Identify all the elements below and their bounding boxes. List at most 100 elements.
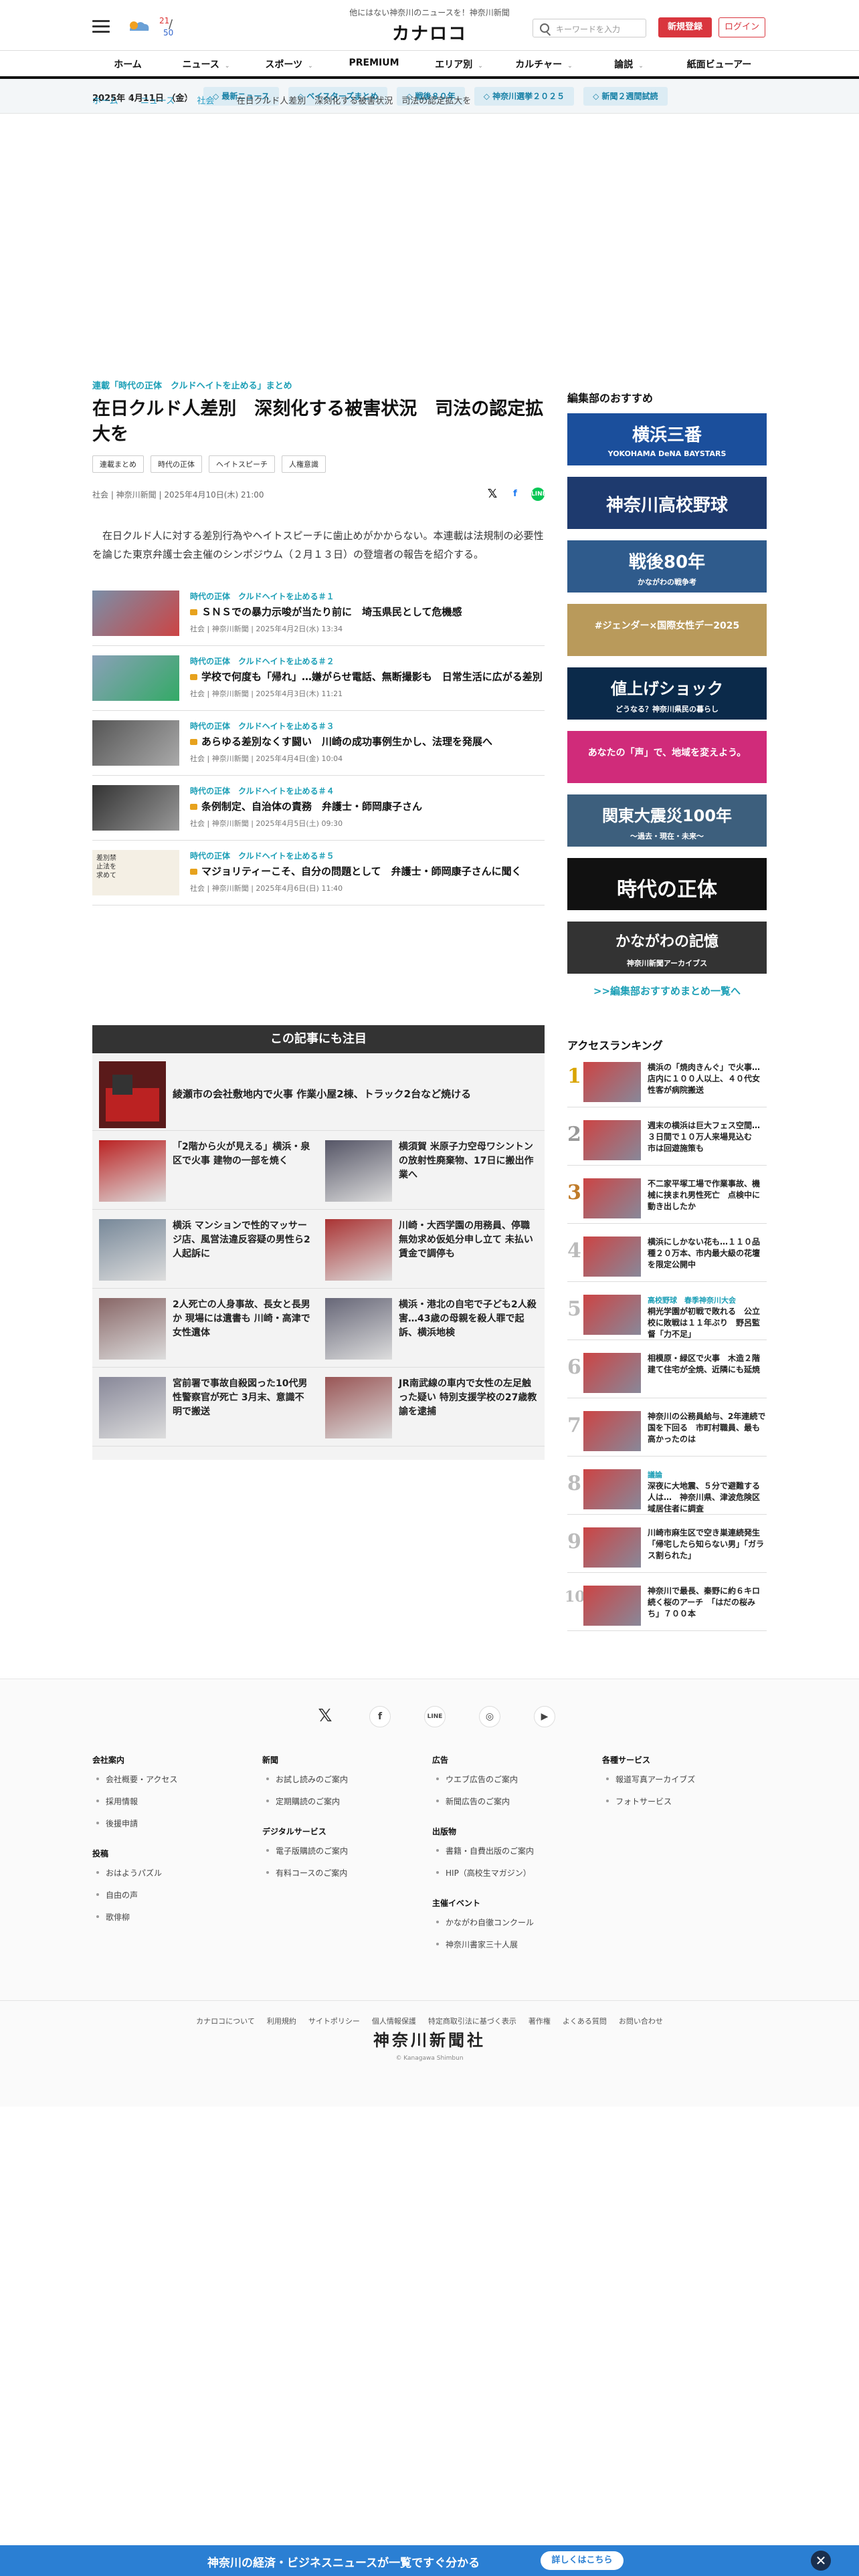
footer-link[interactable]: 歌俳柳 (92, 1911, 177, 1923)
footer-link[interactable]: 神奈川書家三十人展 (432, 1939, 534, 1950)
footer-link[interactable]: 後援申請 (92, 1818, 177, 1829)
ranking-item[interactable]: 2 週末の横浜は巨大フェス空間…３日間で１０万人来場見込む 市は回遊施策も (567, 1113, 767, 1166)
footer-link[interactable]: 新聞広告のご案内 (432, 1796, 534, 1807)
recommend-banner[interactable]: あなたの「声」で、地域を変えよう。 (567, 731, 767, 783)
promo-details-button[interactable]: 詳しくはこちら (541, 2551, 624, 2570)
footer-bottom-link[interactable]: 著作権 (529, 2017, 551, 2026)
recommend-banner[interactable]: 戦後80年 かながわの戦争考 (567, 540, 767, 593)
nav-item[interactable]: ニュース ⌄ (165, 58, 248, 71)
noticed-article[interactable]: JR南武線の車内で女性の左足触った疑い 特別支援学校の27歳教諭を逮捕 (318, 1368, 545, 1446)
footer-link[interactable]: 書籍・自費出版のご案内 (432, 1845, 534, 1856)
article-tag[interactable]: 連載まとめ (92, 455, 144, 473)
footer-link[interactable]: HIP（高校生マガジン） (432, 1867, 534, 1879)
breadcrumb-home[interactable]: ホーム (92, 94, 118, 106)
recommend-banner[interactable]: かながわの記憶 神奈川新聞アーカイブス (567, 922, 767, 974)
noticed-top-article[interactable]: 綾瀬市の会社敷地内で火事 作業小屋2棟、トラック2台など焼ける (92, 1053, 545, 1131)
banner-sub: かながわの戦争考 (638, 578, 696, 586)
footer-link[interactable]: 定期購読のご案内 (262, 1796, 348, 1807)
quick-link-pill[interactable]: 新聞２週間試読 (583, 87, 668, 106)
recommend-banner[interactable]: 関東大震災100年 ～過去・現在・未来～ (567, 794, 767, 847)
breadcrumb-category[interactable]: 社会 (197, 94, 214, 106)
related-article[interactable]: 差別禁止法を求めて 時代の正体 クルドヘイトを止める＃５ マジョリティーこそ、自分の… (92, 841, 545, 905)
ranking-item[interactable]: 9 川崎市麻生区で空き巣連続発生「帰宅したら知らない男」「ガラス割られた」 (567, 1521, 767, 1573)
recommend-more-link[interactable]: >>編集部おすすめまとめ一覧へ (567, 984, 767, 998)
noticed-article[interactable]: 横須賀 米原子力空母ワシントンの放射性廃棄物、17日に搬出作業へ (318, 1131, 545, 1210)
noticed-article[interactable]: 宮前署で事故自殺図った10代男性警察官が死亡 3月末、意識不明で搬送 (92, 1368, 318, 1446)
footer-link[interactable]: フォトサービス (602, 1796, 695, 1807)
nav-item[interactable]: ホーム (91, 58, 165, 71)
ranking-item[interactable]: 4 横浜にしかない花も…１１０品種２０万本、市内最大級の花壇を限定公開中 (567, 1230, 767, 1282)
footer-heading: 新聞 (262, 1755, 279, 1765)
ranking-item[interactable]: 1 横浜の「焼肉きんぐ」で火事…店内に１００人以上、４０代女性客が病院搬送 (567, 1055, 767, 1107)
footer-link[interactable]: 報道写真アーカイブズ (602, 1774, 695, 1785)
nav-item[interactable]: 論説 ⌄ (587, 58, 670, 71)
noticed-article[interactable]: 横浜 マンションで性的マッサージ店、風営法違反容疑の男性ら2人起訴に (92, 1210, 318, 1289)
recommend-banner[interactable]: 値上げショック どうなる？神奈川県民の暮らし (567, 667, 767, 720)
x-icon[interactable]: 𝕏 (314, 1706, 336, 1727)
search-input[interactable]: キーワードを入力 (533, 19, 646, 37)
footer-bottom-link[interactable]: 特定商取引法に基づく表示 (428, 2017, 516, 2026)
footer-bottom-link[interactable]: お問い合わせ (619, 2017, 663, 2026)
article-tag[interactable]: ヘイトスピーチ (209, 455, 275, 473)
x-share-icon[interactable]: 𝕏 (486, 488, 499, 501)
ranking-item[interactable]: 3 不二家平塚工場で作業事故、機械に挟まれ男性死亡 点検中に動き出したか (567, 1172, 767, 1224)
related-article[interactable]: 時代の正体 クルドヘイトを止める＃１ ＳＮＳでの暴力示唆が当たり前に 埼玉県民とし… (92, 581, 545, 646)
ranking-item[interactable]: 8 議論 深夜に大地震、５分で避難する人は… 神奈川県、津波危険区域居住者に調査 (567, 1463, 767, 1515)
noticed-article[interactable]: 横浜・港北の自宅で子ども2人殺害…43歳の母親を殺人罪で起訴、横浜地検 (318, 1289, 545, 1368)
login-button[interactable]: ログイン (719, 17, 765, 37)
footer-link[interactable]: お試し読みのご案内 (262, 1774, 348, 1785)
nav-item[interactable]: エリア別 ⌄ (417, 58, 500, 71)
noticed-article[interactable]: 川崎・大西学園の用務員、停職無効求め仮処分申し立て 未払い賃金で調停も (318, 1210, 545, 1289)
article-tag[interactable]: 時代の正体 (151, 455, 202, 473)
footer-link[interactable]: 電子版購読のご案内 (262, 1845, 348, 1856)
line-share-icon[interactable]: LINE (531, 488, 547, 501)
ranking-item[interactable]: 7 神奈川の公務員給与、2年連続で国を下回る 市町村職員、最も高かったのは (567, 1404, 767, 1457)
footer-link[interactable]: 会社概要・アクセス (92, 1774, 177, 1785)
footer-bottom-link[interactable]: サイトポリシー (308, 2017, 360, 2026)
nav-item[interactable]: カルチャー ⌄ (500, 58, 587, 71)
footer-link[interactable]: ウエブ広告のご案内 (432, 1774, 534, 1785)
noticed-article[interactable]: 2人死亡の人身事故、長女と長男か 現場には遺書も 川崎・高津で女性遺体 (92, 1289, 318, 1368)
footer-bottom-link[interactable]: 利用規約 (267, 2017, 296, 2026)
close-icon[interactable]: ✕ (811, 2551, 831, 2571)
line-icon[interactable]: LINE (424, 1706, 446, 1727)
recommend-banner[interactable]: 神奈川高校野球 (567, 477, 767, 529)
nav-item[interactable]: PREMIUM (330, 58, 417, 71)
footer-bottom-link[interactable]: 個人情報保護 (372, 2017, 416, 2026)
related-articles: 時代の正体 クルドヘイトを止める＃１ ＳＮＳでの暴力示唆が当たり前に 埼玉県民とし… (92, 581, 545, 905)
quick-link-pill[interactable]: 神奈川選挙２０２５ (474, 87, 575, 106)
article-series[interactable]: 連載「時代の正体 クルドヘイトを止める」まとめ (92, 379, 545, 391)
noticed-title: 2人死亡の人身事故、長女と長男か 現場には遺書も 川崎・高津で女性遺体 (173, 1299, 310, 1338)
facebook-icon[interactable]: f (369, 1706, 391, 1727)
related-date: 社会 | 神奈川新聞 | 2025年4月6日(日) 11:40 (190, 884, 343, 893)
ranking-item[interactable]: 5 高校野球 春季神奈川大会 桐光学園が初戦で敗れる 公立校に敗戦は１１年ぶり 野呂… (567, 1288, 767, 1340)
youtube-icon[interactable]: ▶ (534, 1706, 555, 1727)
recommend-banner[interactable]: 横浜三番 YOKOHAMA DeNA BAYSTARS (567, 413, 767, 465)
noticed-article[interactable]: 「2階から火が見える」横浜・泉区で火事 建物の一部を焼く (92, 1131, 318, 1210)
article-tag[interactable]: 人権意識 (282, 455, 326, 473)
register-button[interactable]: 新規登録 (658, 17, 712, 37)
footer-link[interactable]: 自由の声 (92, 1889, 177, 1901)
related-article[interactable]: 時代の正体 クルドヘイトを止める＃４ 条例制定、自治体の責務 弁護士・師岡康子さん… (92, 776, 545, 841)
footer-bottom-link[interactable]: よくある質問 (563, 2017, 607, 2026)
ranking-item[interactable]: 10 神奈川で最長、秦野に約６キロ続く桜のアーチ 「はだの桜みち」７００本 (565, 1579, 767, 1631)
related-text: 時代の正体 クルドヘイトを止める＃３ あらゆる差別なくす闘い 川崎の成功事例生かし… (190, 720, 492, 775)
footer-link[interactable]: 採用情報 (92, 1796, 177, 1807)
facebook-share-icon[interactable]: f (508, 488, 522, 501)
ranking-item[interactable]: 6 相模原・緑区で火事 木造２階建て住宅が全焼、近隣にも延焼 (567, 1346, 767, 1398)
footer-link[interactable]: かながわ自徹コンクール (432, 1917, 534, 1928)
footer-column: 新聞 お試し読みのご案内 定期購読のご案内 デジタルサービス 電子版購読のご案内 有料コー… (262, 1754, 348, 1889)
footer-link[interactable]: おはようパズル (92, 1867, 177, 1879)
footer-link[interactable]: 有料コースのご案内 (262, 1867, 348, 1879)
related-article[interactable]: 時代の正体 クルドヘイトを止める＃２ 学校で何度も「帰れ」…嫌がらせ電話、無断撮影… (92, 646, 545, 711)
footer-logo[interactable]: 神奈川新聞社 (0, 2027, 859, 2050)
nav-item-label: ホーム (114, 60, 142, 70)
related-article[interactable]: 時代の正体 クルドヘイトを止める＃３ あらゆる差別なくす闘い 川崎の成功事例生かし… (92, 711, 545, 776)
footer-bottom-link[interactable]: カナロコについて (196, 2017, 255, 2026)
nav-item[interactable]: スポーツ ⌄ (248, 58, 330, 71)
instagram-icon[interactable]: ◎ (479, 1706, 500, 1727)
recommend-banner[interactable]: 時代の正体 (567, 858, 767, 910)
nav-item[interactable]: 紙面ビューアー (670, 58, 768, 71)
breadcrumb-news[interactable]: ニュース (140, 94, 175, 106)
recommend-banner[interactable]: #ジェンダー×国際女性デー2025 (567, 604, 767, 656)
